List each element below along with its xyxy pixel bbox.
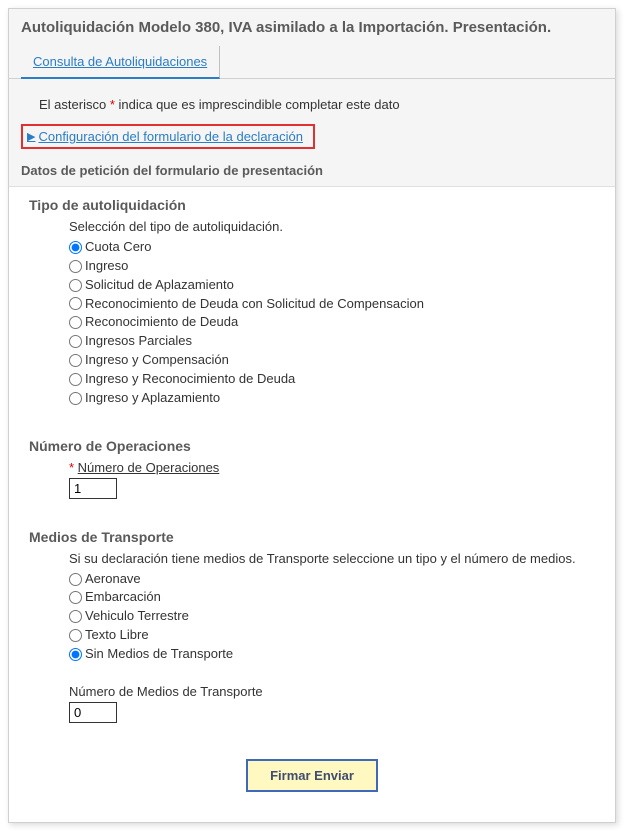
numops-input[interactable] (69, 478, 117, 499)
medios-num-input[interactable] (69, 702, 117, 723)
tipo-radio[interactable] (69, 260, 82, 273)
tipo-option-label: Ingreso y Aplazamiento (85, 389, 220, 408)
medios-num-row: Número de Medios de Transporte (69, 684, 595, 723)
header: Autoliquidación Modelo 380, IVA asimilad… (9, 9, 615, 79)
tipo-radio[interactable] (69, 373, 82, 386)
tipo-radio[interactable] (69, 354, 82, 367)
info-prefix: El asterisco (39, 97, 110, 112)
tipo-radio-list: Cuota CeroIngresoSolicitud de Aplazamien… (69, 238, 595, 408)
tipo-option-label: Ingresos Parciales (85, 332, 192, 351)
tipo-title: Tipo de autoliquidación (29, 197, 595, 213)
tipo-subtitle: Selección del tipo de autoliquidación. (69, 219, 595, 234)
config-link-wrap: ▶ Configuración del formulario de la dec… (9, 124, 615, 159)
medios-option-label: Embarcación (85, 588, 161, 607)
tipo-option-label: Ingreso (85, 257, 128, 276)
tipo-radio[interactable] (69, 316, 82, 329)
page-title: Autoliquidación Modelo 380, IVA asimilad… (21, 19, 603, 36)
medios-radio[interactable] (69, 610, 82, 623)
tab-consulta[interactable]: Consulta de Autoliquidaciones (21, 46, 220, 79)
firmar-enviar-button[interactable]: Firmar Enviar (246, 759, 378, 792)
required-asterisk-icon: * (69, 460, 78, 475)
tipo-option-label: Cuota Cero (85, 238, 151, 257)
medios-option-label: Aeronave (85, 570, 141, 589)
medios-radio[interactable] (69, 591, 82, 604)
tipo-option[interactable]: Reconocimiento de Deuda con Solicitud de… (69, 295, 595, 314)
tipo-option[interactable]: Ingreso y Aplazamiento (69, 389, 595, 408)
medios-radio[interactable] (69, 629, 82, 642)
tipo-radio[interactable] (69, 392, 82, 405)
button-row: Firmar Enviar (29, 743, 595, 812)
tipo-option-label: Reconocimiento de Deuda con Solicitud de… (85, 295, 424, 314)
tipo-option-label: Reconocimiento de Deuda (85, 313, 238, 332)
tipo-option-label: Ingreso y Reconocimiento de Deuda (85, 370, 295, 389)
tipo-option[interactable]: Ingreso y Compensación (69, 351, 595, 370)
medios-option[interactable]: Sin Medios de Transporte (69, 645, 595, 664)
tipo-radio[interactable] (69, 335, 82, 348)
form-container: Autoliquidación Modelo 380, IVA asimilad… (8, 8, 616, 823)
tipo-option[interactable]: Solicitud de Aplazamiento (69, 276, 595, 295)
numops-label: * Número de Operaciones (69, 460, 595, 475)
numops-row: * Número de Operaciones (69, 460, 595, 499)
tipo-radio[interactable] (69, 279, 82, 292)
medios-option[interactable]: Vehiculo Terrestre (69, 607, 595, 626)
numops-label-text: Número de Operaciones (78, 460, 220, 475)
tipo-option[interactable]: Ingresos Parciales (69, 332, 595, 351)
medios-option-label: Sin Medios de Transporte (85, 645, 233, 664)
section-header: Datos de petición del formulario de pres… (9, 159, 615, 187)
medios-option-label: Texto Libre (85, 626, 149, 645)
tipo-option[interactable]: Ingreso (69, 257, 595, 276)
numops-title: Número de Operaciones (29, 438, 595, 454)
medios-radio[interactable] (69, 573, 82, 586)
info-note: El asterisco * indica que es imprescindi… (9, 79, 615, 124)
tipo-option-label: Solicitud de Aplazamiento (85, 276, 234, 295)
tipo-option[interactable]: Reconocimiento de Deuda (69, 313, 595, 332)
medios-option[interactable]: Texto Libre (69, 626, 595, 645)
tipo-radio[interactable] (69, 241, 82, 254)
tabs: Consulta de Autoliquidaciones (21, 46, 603, 78)
tipo-option[interactable]: Ingreso y Reconocimiento de Deuda (69, 370, 595, 389)
medios-title: Medios de Transporte (29, 529, 595, 545)
tipo-option-label: Ingreso y Compensación (85, 351, 229, 370)
chevron-right-icon: ▶ (27, 130, 35, 143)
tipo-option[interactable]: Cuota Cero (69, 238, 595, 257)
medios-radio-list: AeronaveEmbarcaciónVehiculo TerrestreTex… (69, 570, 595, 664)
info-suffix: indica que es imprescindible completar e… (115, 97, 400, 112)
config-link[interactable]: ▶ Configuración del formulario de la dec… (21, 124, 315, 149)
form-content: Tipo de autoliquidación Selección del ti… (9, 187, 615, 822)
tipo-radio[interactable] (69, 297, 82, 310)
medios-option-label: Vehiculo Terrestre (85, 607, 189, 626)
medios-option[interactable]: Aeronave (69, 570, 595, 589)
medios-subtitle: Si su declaración tiene medios de Transp… (69, 551, 595, 566)
medios-radio[interactable] (69, 648, 82, 661)
medios-num-label: Número de Medios de Transporte (69, 684, 595, 699)
config-link-label: Configuración del formulario de la decla… (38, 129, 302, 144)
medios-option[interactable]: Embarcación (69, 588, 595, 607)
